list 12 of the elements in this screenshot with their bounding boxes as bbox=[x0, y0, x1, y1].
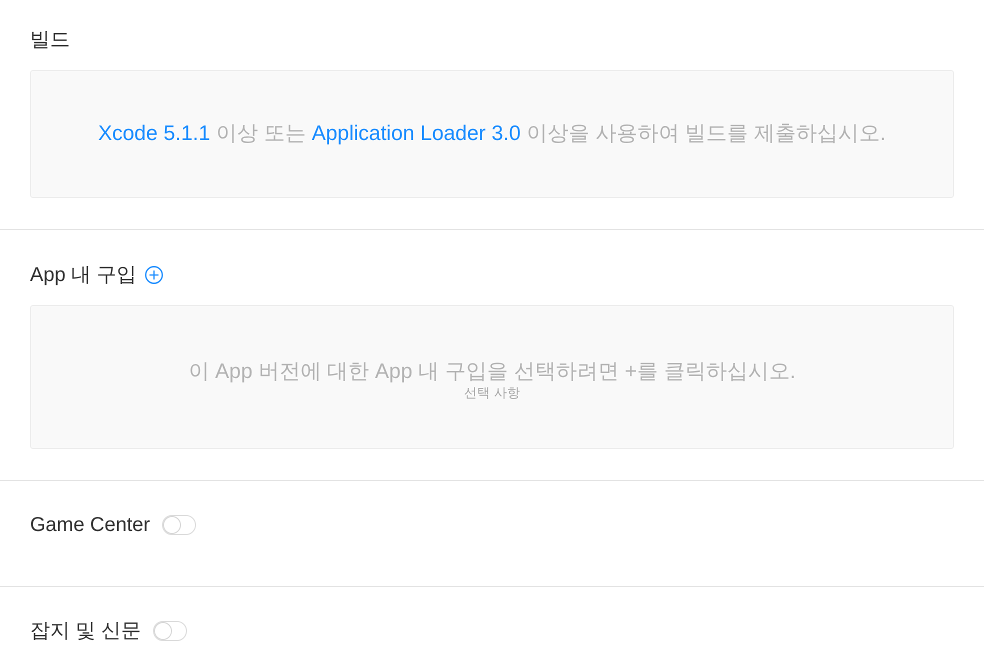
toggle-switch[interactable] bbox=[153, 621, 188, 641]
link[interactable]: Application Loader 3.0 bbox=[312, 122, 521, 145]
section-title: 잡지 및 신문 bbox=[30, 619, 142, 643]
section-title: Game Center bbox=[30, 513, 150, 537]
toggle-switch[interactable] bbox=[162, 515, 196, 535]
section-title: 빌드 bbox=[30, 28, 70, 52]
panel-message: 이 App 버전에 대한 App 내 구입을 선택하려면 +를 클릭하십시오. bbox=[188, 358, 796, 384]
add-icon[interactable] bbox=[144, 266, 163, 284]
panel-message: Xcode 5.1.1 이상 또는 Application Loader 3.0 이상을 사용하여 빌드를 제출하십시오. bbox=[98, 121, 886, 147]
link[interactable]: Xcode 5.1.1 bbox=[98, 122, 210, 145]
optional-note: 선택 사항 bbox=[464, 384, 520, 400]
section-title: App 내 구입 bbox=[30, 263, 137, 287]
